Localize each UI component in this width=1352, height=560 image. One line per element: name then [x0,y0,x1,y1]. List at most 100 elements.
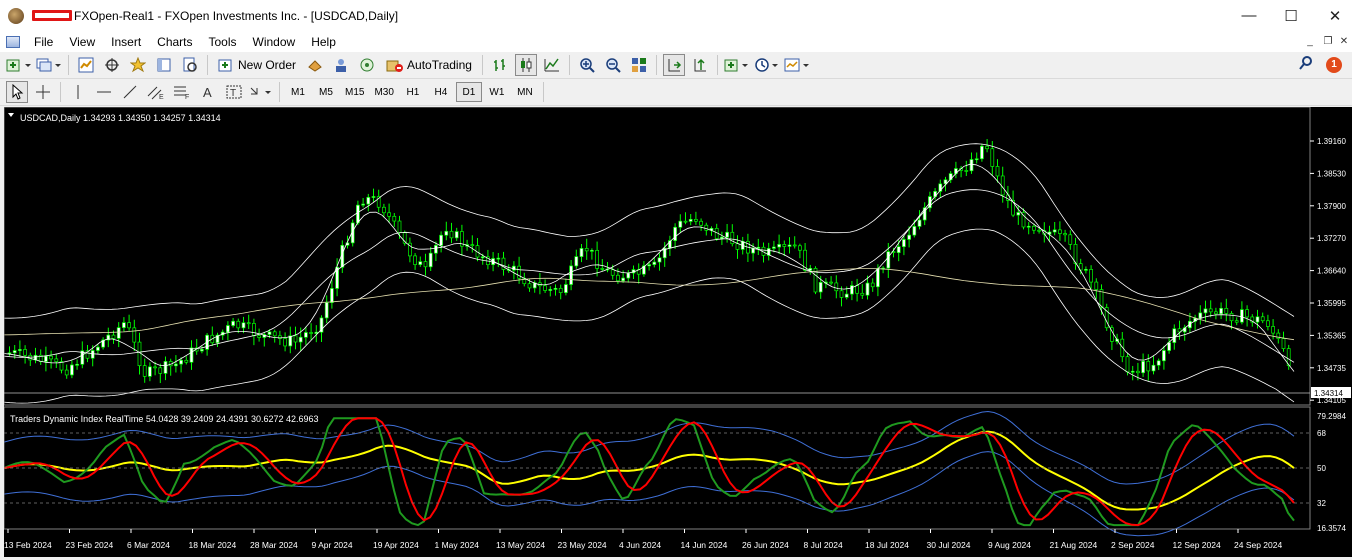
new-chart-button[interactable] [6,54,32,76]
maximize-button[interactable]: ☐ [1268,0,1314,31]
menu-insert[interactable]: Insert [103,35,149,49]
cursor-icon[interactable] [6,81,28,103]
arrows-dropdown-icon[interactable] [249,81,273,103]
profiles-button[interactable] [36,54,62,76]
search-icon[interactable] [1298,55,1314,74]
chart-header-arrow-icon [8,113,14,117]
mdi-minimize-icon[interactable]: _ [1302,33,1318,49]
chart-window[interactable]: 1.39160 1.38530 1.37900 1.37270 1.36640 1.359… [3,106,1352,557]
candle-body [980,145,984,160]
candle-body [1255,316,1260,323]
candle-body [1136,370,1140,374]
navigator-icon[interactable] [127,54,149,76]
date-tick-label: 23 May 2024 [558,540,607,550]
text-tool-icon[interactable]: A [197,81,219,103]
candle-body [418,261,423,265]
candle-body [974,158,979,161]
indicator-pane[interactable] [3,410,1295,537]
candle-body [1240,309,1244,323]
notifications-badge[interactable]: 1 [1326,56,1342,73]
auto-scroll-icon[interactable] [662,54,685,76]
candle-body [1058,229,1062,234]
terminal-icon[interactable] [153,54,175,76]
periods-button[interactable] [754,54,780,76]
period-mn[interactable]: MN [512,82,538,102]
candle-body [616,274,620,282]
main-price-pane[interactable] [3,139,1295,404]
market-watch-icon[interactable] [75,54,97,76]
signals-icon[interactable] [304,54,326,76]
tile-windows-icon[interactable] [628,54,650,76]
market-icon[interactable] [356,54,378,76]
crosshair-icon[interactable] [32,81,54,103]
templates-button[interactable] [784,54,810,76]
line-chart-icon[interactable] [541,54,563,76]
candle-body [860,292,865,296]
candle-body [1063,233,1067,236]
candle-body [153,366,157,369]
auto-trading-button[interactable]: AutoTrading [382,54,476,76]
data-window-icon[interactable] [101,54,123,76]
candle-body [231,320,235,326]
bollinger-lower-line [3,228,1295,404]
period-w1[interactable]: W1 [484,82,510,102]
date-tick-label: 14 Jun 2024 [681,540,728,550]
experts-icon[interactable] [330,54,352,76]
menu-charts[interactable]: Charts [149,35,200,49]
candle-body [304,332,308,338]
period-m15[interactable]: M15 [341,82,368,102]
menu-window[interactable]: Window [245,35,304,49]
price-tick-label: 1.36640 [1317,267,1346,276]
bar-chart-icon[interactable] [489,54,511,76]
zoom-in-icon[interactable] [576,54,598,76]
app-icon [8,7,24,24]
close-button[interactable]: ✕ [1312,0,1352,31]
period-m1[interactable]: M1 [285,82,311,102]
candle-body [694,218,698,222]
period-h1[interactable]: H1 [400,82,426,102]
date-tick-label: 2 Sep 2024 [1111,540,1155,550]
candle-body [558,287,563,293]
candle-body [496,257,501,260]
horizontal-line-icon[interactable] [93,81,115,103]
current-price-label: 1.34314 [1314,389,1343,398]
indicators-button[interactable] [724,54,750,76]
candle-body [995,166,1000,177]
menu-tools[interactable]: Tools [201,35,245,49]
period-d1[interactable]: D1 [455,82,482,102]
period-m5[interactable]: M5 [313,82,339,102]
trendline-icon[interactable] [119,81,141,103]
chart-shift-icon[interactable] [689,54,711,76]
candle-body [382,206,386,214]
text-label-icon[interactable]: T [223,81,245,103]
period-h4[interactable]: H4 [428,82,454,102]
candle-body [626,272,631,279]
fibonacci-icon[interactable]: F [171,81,193,103]
zoom-out-icon[interactable] [602,54,624,76]
new-order-button[interactable]: New Order [214,54,300,76]
candle-body [179,359,183,365]
vertical-line-icon[interactable] [67,81,89,103]
svg-text:T: T [230,88,236,99]
minimize-button[interactable]: — [1226,0,1272,31]
price-chart[interactable]: 1.39160 1.38530 1.37900 1.37270 1.36640 1.359… [3,106,1352,557]
candle-body [444,230,449,236]
menu-view[interactable]: View [61,35,103,49]
candlestick-chart-icon[interactable] [514,54,537,76]
menu-help[interactable]: Help [303,35,344,49]
candle-body [548,289,553,291]
candle-body [356,204,360,224]
mdi-close-icon[interactable]: ✕ [1336,33,1352,49]
title-bar: FXOpen-Real1 - FXOpen Investments Inc. -… [0,0,1352,31]
candle-body [595,249,599,269]
period-m30[interactable]: M30 [370,82,397,102]
toolbar-separator [568,55,570,75]
candle-body [1214,311,1218,315]
menu-file[interactable]: File [26,35,61,49]
date-tick-label: 18 Jul 2024 [865,540,909,550]
date-tick-label: 8 Jul 2024 [804,540,843,550]
strategy-tester-icon[interactable] [179,54,201,76]
equidistant-channel-icon[interactable]: E [145,81,167,103]
mdi-restore-icon[interactable]: ❐ [1320,33,1336,49]
candle-body [184,359,189,363]
